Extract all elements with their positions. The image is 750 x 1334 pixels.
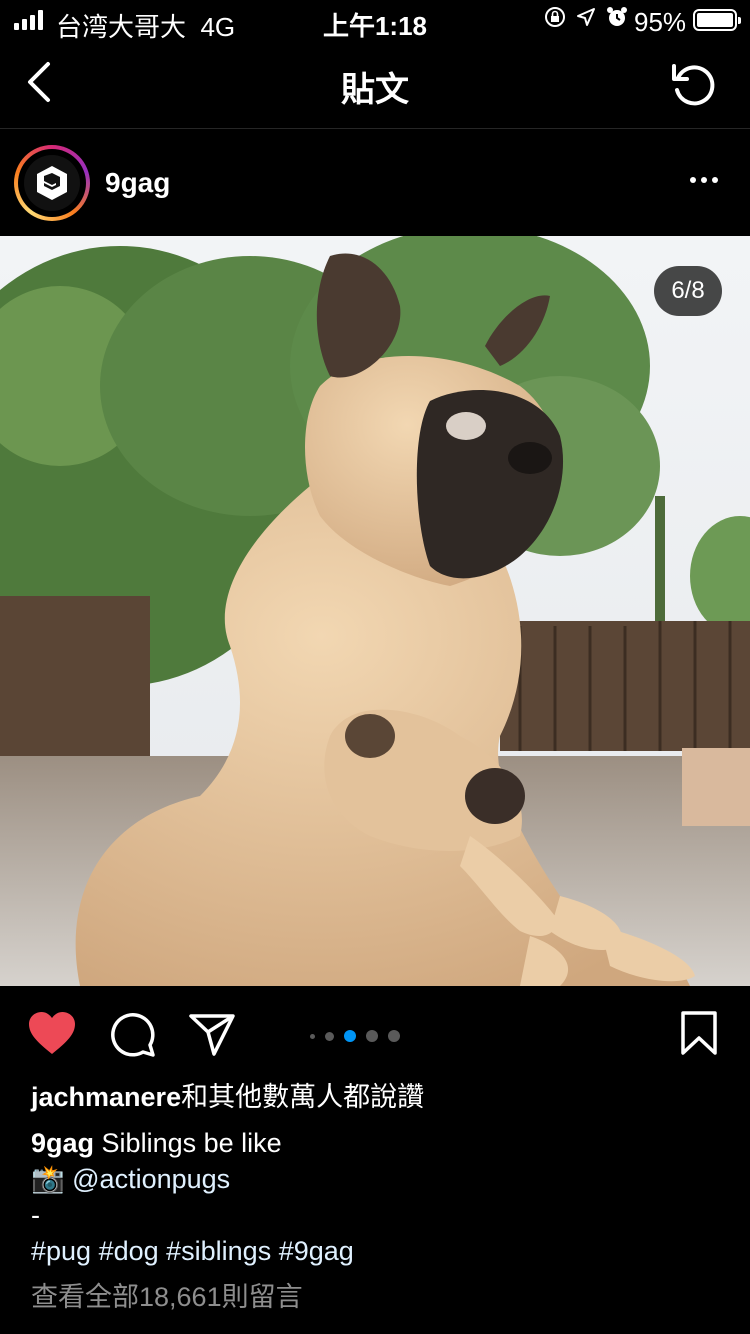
camera-flash-emoji: 📸 [31,1164,65,1194]
orientation-lock-icon [545,7,565,27]
status-bar: 台湾大哥大 4G 上午1:18 95% [0,0,750,42]
carousel-dot [310,1033,315,1039]
page-title: 貼文 [341,71,409,109]
comment-icon[interactable] [108,1010,156,1058]
battery-percent: 95% [634,7,687,37]
likes-text: 和其他數萬人都說讚 [181,1082,425,1112]
view-all-comments-link[interactable]: 查看全部18,661則留言 [31,1280,303,1314]
pug-photo [0,236,750,986]
action-bar [0,1004,750,1064]
carousel-dot [325,1031,334,1041]
likes-line[interactable]: jachmanere和其他數萬人都說讚 [31,1080,424,1114]
caption-line: 9gag Siblings be like [31,1126,282,1160]
carousel-dot [388,1030,400,1042]
hashtags[interactable]: #pug #dog #siblings #9gag [31,1234,354,1268]
carousel-dot-active [344,1030,356,1042]
heart-filled-icon[interactable] [27,1010,77,1056]
more-horizontal-icon[interactable] [690,177,718,183]
avatar[interactable] [14,145,90,221]
carousel-indicator [310,1030,400,1042]
carousel-dot [366,1030,378,1042]
image-counter: 6/8 [654,266,722,316]
nav-bar: 貼文 [0,42,750,129]
bookmark-icon[interactable] [680,1010,718,1056]
location-icon [577,8,595,26]
caption-user[interactable]: 9gag [31,1128,94,1158]
caption-dash: - [31,1200,40,1230]
caption-credit: 📸 @actionpugs [31,1162,230,1196]
refresh-icon[interactable] [668,58,720,110]
send-icon[interactable] [188,1010,236,1058]
post-username[interactable]: 9gag [105,167,170,199]
post-header: 9gag [0,129,750,235]
9gag-logo-icon [24,155,80,211]
battery-icon [693,9,741,31]
mention-link[interactable]: @actionpugs [72,1164,230,1194]
likes-user[interactable]: jachmanere [31,1082,181,1112]
caption-text: Siblings be like [101,1128,282,1158]
alarm-icon [607,7,627,26]
post-image[interactable] [0,236,750,986]
